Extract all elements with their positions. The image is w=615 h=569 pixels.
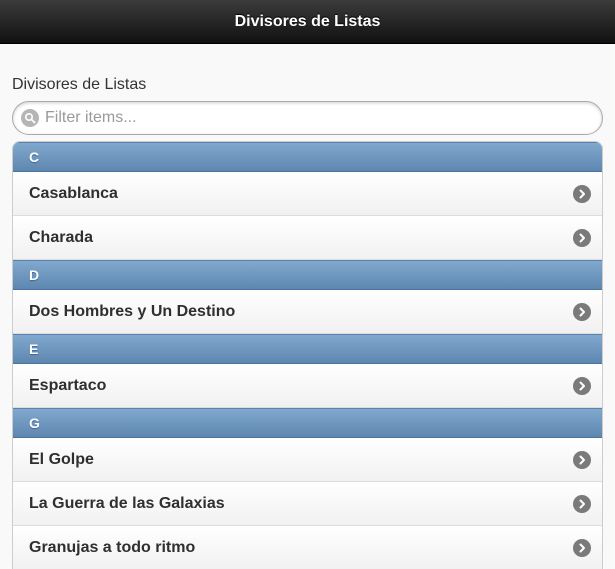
list-item[interactable]: Granujas a todo ritmo [13, 526, 602, 569]
list-divider: D [13, 260, 602, 290]
list-item[interactable]: Charada [13, 216, 602, 260]
arrow-right-icon [573, 494, 591, 513]
list-divider: E [13, 334, 602, 364]
divider-label: G [29, 415, 40, 431]
arrow-right-icon [573, 184, 591, 203]
divider-label: D [29, 267, 40, 283]
page-title: Divisores de Listas [234, 12, 381, 30]
list-item-label: El Golpe [29, 450, 94, 468]
list-item[interactable]: Dos Hombres y Un Destino [13, 290, 602, 334]
list-item[interactable]: El Golpe [13, 438, 602, 482]
divider-label: E [29, 341, 39, 357]
listview: C Casablanca Charada D Dos Hombres y Un … [12, 141, 603, 569]
search-icon [21, 109, 39, 127]
arrow-right-icon [573, 376, 591, 395]
list-item-label: Espartaco [29, 376, 107, 394]
arrow-right-icon [573, 302, 591, 321]
list-title: Divisores de Listas [12, 76, 147, 93]
content: Divisores de Listas C Casablanca Charada… [0, 75, 615, 569]
list-item[interactable]: Casablanca [13, 172, 602, 216]
arrow-right-icon [573, 450, 591, 469]
app-header: Divisores de Listas [0, 0, 615, 44]
list-item[interactable]: Espartaco [13, 364, 602, 408]
list-item-label: Granujas a todo ritmo [29, 538, 196, 556]
list-item-label: Casablanca [29, 184, 118, 202]
list-item-label: Dos Hombres y Un Destino [29, 302, 236, 320]
arrow-right-icon [573, 538, 591, 557]
list-divider: C [13, 142, 602, 172]
list-divider: G [13, 408, 602, 438]
filter-bar[interactable] [12, 101, 603, 135]
list-item-label: Charada [29, 228, 94, 246]
divider-label: C [29, 149, 40, 165]
list-item[interactable]: La Guerra de las Galaxias [13, 482, 602, 526]
arrow-right-icon [573, 228, 591, 247]
list-item-label: La Guerra de las Galaxias [29, 494, 225, 512]
filter-input[interactable] [45, 109, 565, 127]
